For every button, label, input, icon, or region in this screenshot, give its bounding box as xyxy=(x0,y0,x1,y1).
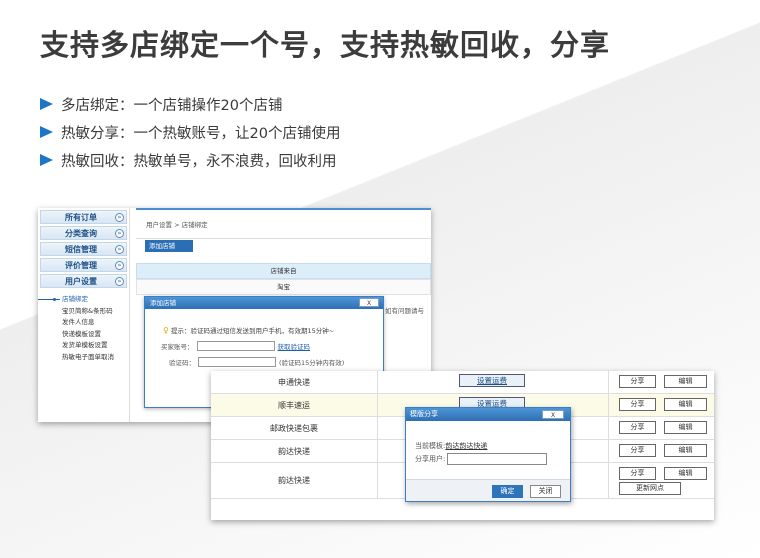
courier-name: 韵达快递 xyxy=(211,463,378,498)
courier-name: 顺丰速运 xyxy=(211,394,378,416)
menu-label: 评价管理 xyxy=(65,260,97,270)
feature-item: 多店绑定：一个店铺操作20个店铺 xyxy=(40,90,340,118)
dialog-title: 添加店铺 xyxy=(150,299,176,307)
get-code-link[interactable]: 获取验证码 xyxy=(278,341,311,351)
submenu-item[interactable]: 快递模板设置 xyxy=(38,329,129,341)
current-template-label: 当前模板: xyxy=(415,442,446,450)
action-cell: 分享 编辑 xyxy=(609,371,714,393)
share-user-label: 分享用户: xyxy=(415,455,446,463)
menu-label: 所有订单 xyxy=(65,212,97,222)
share-button[interactable]: 分享 xyxy=(619,421,656,434)
update-outlets-button[interactable]: 更新网点 xyxy=(619,482,681,495)
code-row: 验证码： (验证码15分钟内有效) xyxy=(169,357,344,367)
submenu-label: 店铺绑定 xyxy=(62,295,88,303)
dialog-title: 模版分享 xyxy=(410,410,438,418)
feature-item: 热敏分享：一个热敏账号，让20个店铺使用 xyxy=(40,118,340,146)
submenu-store-binding[interactable]: 店铺绑定 xyxy=(38,294,129,306)
close-button[interactable]: X xyxy=(359,298,379,307)
circle-arrow-icon: » xyxy=(115,229,124,238)
code-label: 验证码： xyxy=(169,359,195,367)
lightbulb-icon: ♀ xyxy=(163,326,169,335)
edit-button[interactable]: 编辑 xyxy=(664,398,707,411)
menu-reviews[interactable]: 评价管理 » xyxy=(40,258,127,272)
circle-arrow-icon: » xyxy=(115,261,124,270)
current-template-value: 韵达韵达快递 xyxy=(445,442,488,450)
menu-category-search[interactable]: 分类查询 » xyxy=(40,226,127,240)
circle-arrow-icon: » xyxy=(115,213,124,222)
breadcrumb: 用户设置 > 店铺绑定 xyxy=(146,221,208,229)
dialog-header: 模版分享 X xyxy=(406,408,570,421)
current-template-row: 当前模板:韵达韵达快递 xyxy=(415,441,487,451)
phone-input[interactable] xyxy=(196,341,275,351)
code-input[interactable] xyxy=(198,357,276,367)
phone-label: 买家账号： xyxy=(161,343,194,351)
page-title: 支持多店绑定一个号，支持热敏回收，分享 xyxy=(40,28,611,62)
ok-button[interactable]: 确定 xyxy=(492,485,523,498)
tip-text: ♀ 提示：验证码通过短信发送到用户手机，有效期15分钟~ xyxy=(163,325,334,335)
feature-text: 热敏分享：一个热敏账号，让20个店铺使用 xyxy=(61,125,341,142)
tip-label: 提示：验证码通过短信发送到用户手机，有效期15分钟~ xyxy=(170,327,335,335)
action-cell: 分享 编辑更新网点 xyxy=(609,463,714,498)
table-header: 店铺来自 xyxy=(136,263,431,279)
menu-user-settings[interactable]: 用户设置 » xyxy=(40,274,127,288)
submenu-item[interactable]: 发货单模板设置 xyxy=(38,340,129,352)
edit-button[interactable]: 编辑 xyxy=(664,375,707,388)
share-button[interactable]: 分享 xyxy=(619,444,656,457)
header-bar xyxy=(136,208,431,210)
table-row: 淘宝 xyxy=(136,279,431,295)
table-row: 申通快递 设置运费 分享 编辑 xyxy=(211,371,714,394)
menu-label: 短信管理 xyxy=(65,244,97,254)
action-cell: 分享 编辑 xyxy=(609,417,714,439)
code-hint: (验证码15分钟内有效) xyxy=(279,359,345,367)
close-button[interactable]: X xyxy=(542,410,564,419)
submenu-item[interactable]: 宝贝简称&条形码 xyxy=(38,306,129,318)
dialog-header: 添加店铺 X xyxy=(145,297,383,309)
set-freight-button[interactable]: 设置运费 xyxy=(459,374,525,387)
courier-name: 邮政快递包裹 xyxy=(211,417,378,439)
feature-text: 多店绑定：一个店铺操作20个店铺 xyxy=(61,97,283,114)
action-cell: 分享 编辑 xyxy=(609,394,714,416)
phone-row: 买家账号： 获取验证码 xyxy=(161,341,310,351)
notice-text: 如有问题请与 xyxy=(385,307,424,315)
arrow-icon xyxy=(40,126,53,138)
menu-label: 用户设置 xyxy=(65,276,97,286)
feature-list: 多店绑定：一个店铺操作20个店铺 热敏分享：一个热敏账号，让20个店铺使用 热敏… xyxy=(40,90,340,174)
cancel-button[interactable]: 关闭 xyxy=(530,485,561,498)
share-button[interactable]: 分享 xyxy=(619,467,656,480)
circle-arrow-icon: » xyxy=(115,245,124,254)
share-user-row: 分享用户: xyxy=(415,453,548,465)
feature-item: 热敏回收：热敏单号，永不浪费，回收利用 xyxy=(40,146,340,174)
template-share-dialog: 模版分享 X 当前模板:韵达韵达快递 分享用户: 确定 关闭 xyxy=(405,407,571,502)
action-cell: 分享 编辑 xyxy=(609,440,714,462)
submenu-item[interactable]: 发件人信息 xyxy=(38,317,129,329)
circle-arrow-icon: » xyxy=(115,277,124,286)
arrow-icon xyxy=(40,98,53,110)
edit-button[interactable]: 编辑 xyxy=(664,421,707,434)
arrow-icon xyxy=(40,154,53,166)
add-store-button[interactable]: 添加店铺 xyxy=(145,240,193,252)
sidebar: 所有订单 » 分类查询 » 短信管理 » 评价管理 » 用户设置 » 店铺绑定 宝贝简称&… xyxy=(38,208,130,422)
share-button[interactable]: 分享 xyxy=(619,375,656,388)
menu-label: 分类查询 xyxy=(65,228,97,238)
edit-button[interactable]: 编辑 xyxy=(664,467,707,480)
courier-name: 申通快递 xyxy=(211,371,378,393)
setting-cell: 设置运费 xyxy=(378,371,609,393)
active-marker-icon xyxy=(38,297,60,301)
courier-name: 韵达快递 xyxy=(211,440,378,462)
edit-button[interactable]: 编辑 xyxy=(664,444,707,457)
share-button[interactable]: 分享 xyxy=(619,398,656,411)
share-user-input[interactable] xyxy=(447,453,548,465)
menu-all-orders[interactable]: 所有订单 » xyxy=(40,210,127,224)
divider xyxy=(136,238,431,239)
feature-text: 热敏回收：热敏单号，永不浪费，回收利用 xyxy=(61,153,337,170)
submenu-item[interactable]: 热敏电子面单取消 xyxy=(38,352,129,364)
menu-sms[interactable]: 短信管理 » xyxy=(40,242,127,256)
dialog-footer: 确定 关闭 xyxy=(406,479,570,501)
